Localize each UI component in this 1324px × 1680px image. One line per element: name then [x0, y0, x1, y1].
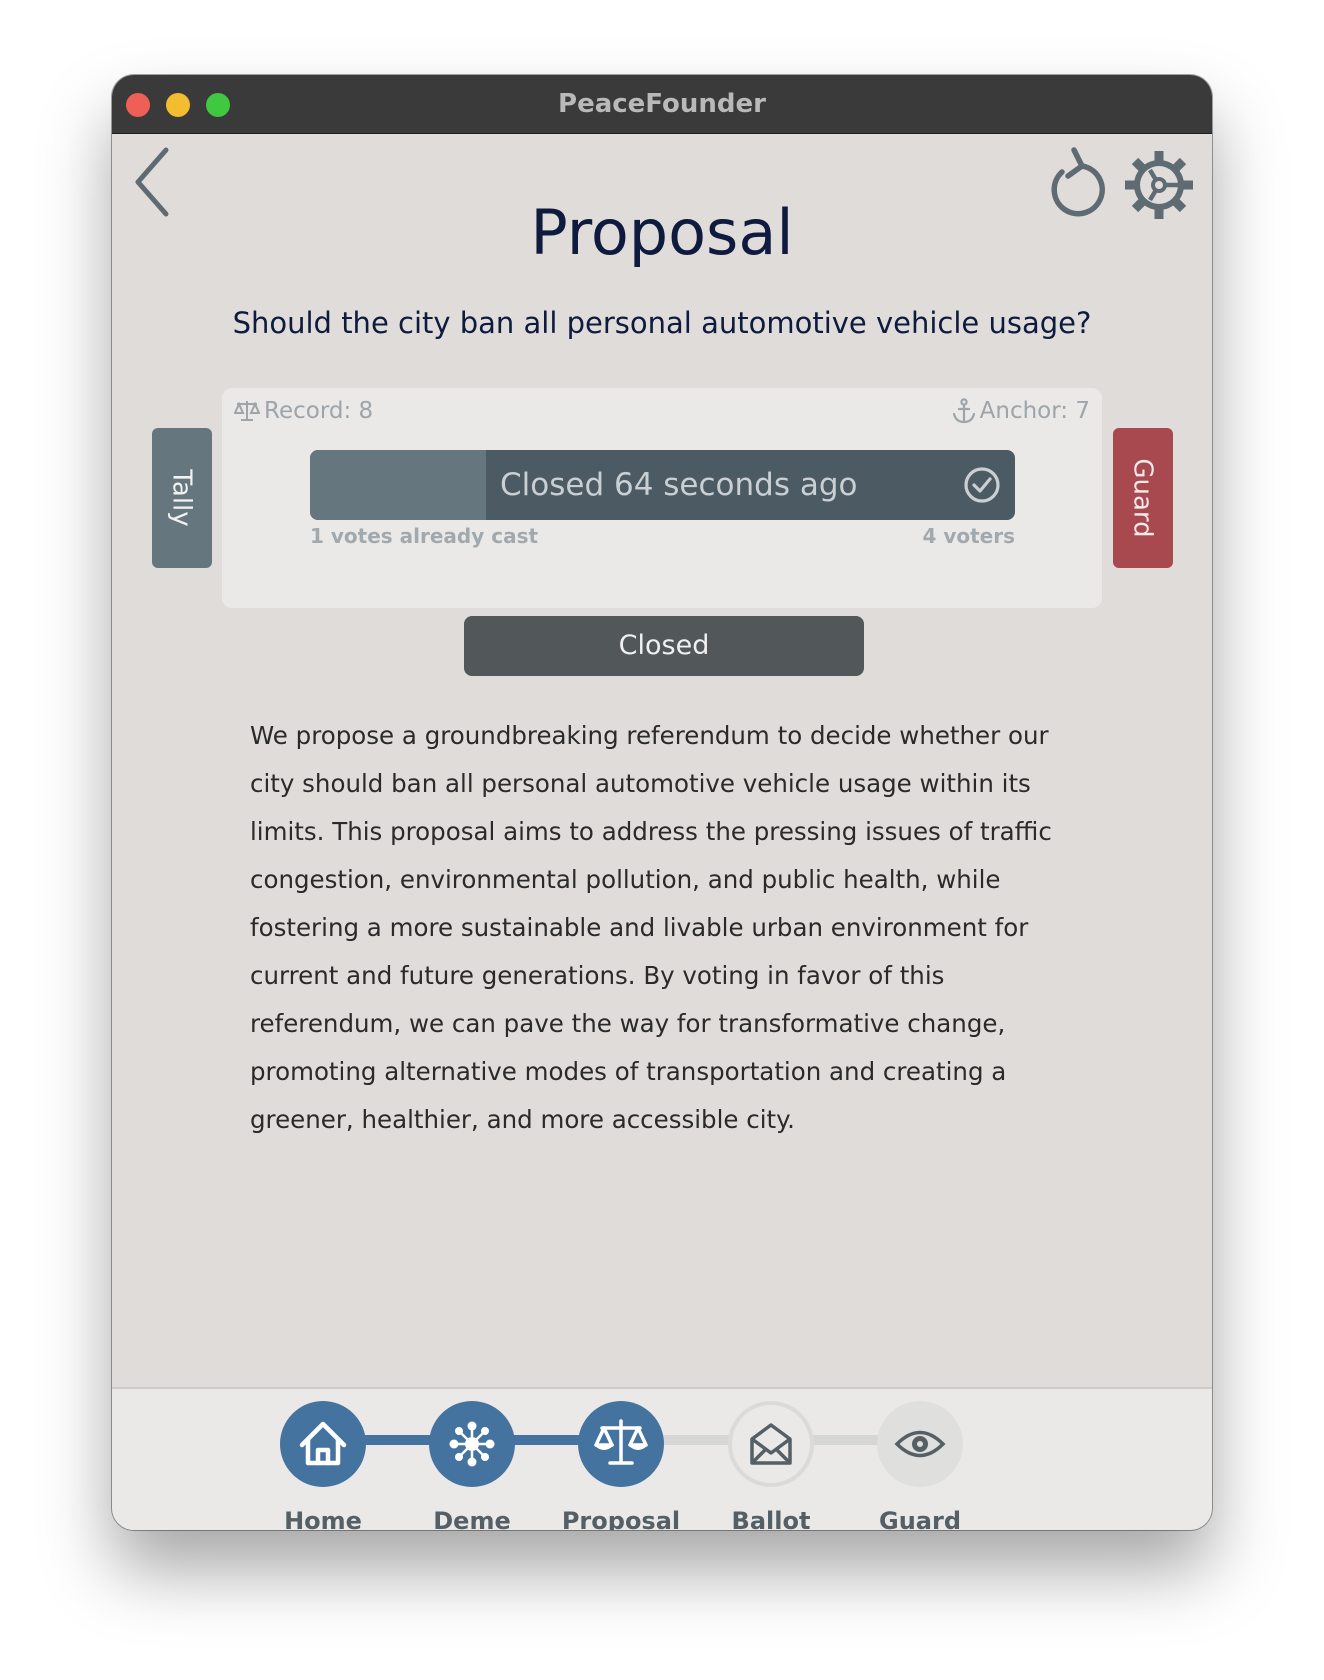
step-ballot[interactable]: Ballot [728, 1401, 814, 1530]
tally-tab[interactable]: Tally [152, 428, 212, 568]
progress-footer: Home Deme Proposal Ballot Guard [112, 1387, 1212, 1530]
check-circle-icon [964, 467, 1000, 503]
home-icon [299, 1421, 347, 1466]
page-title: Proposal [530, 196, 794, 269]
envelope-icon [750, 1423, 792, 1465]
proposal-description: We propose a groundbreaking referendum t… [250, 721, 1052, 1134]
step-connector [509, 1435, 589, 1445]
step-home[interactable]: Home [280, 1401, 366, 1530]
vote-status-text: Closed 64 seconds ago [500, 467, 858, 503]
tally-tab-label: Tally [166, 469, 197, 527]
record-info: Record: 8 [234, 398, 373, 424]
step-home-label: Home [284, 1507, 362, 1530]
step-proposal-label: Proposal [561, 1507, 681, 1530]
closed-status-button[interactable]: Closed [464, 616, 864, 676]
proposal-question: Should the city ban all personal automot… [232, 306, 1092, 340]
workflow-stepper: Home Deme Proposal Ballot Guard [112, 1389, 1212, 1530]
guard-tab-label: Guard [1128, 458, 1159, 538]
window-title: PeaceFounder [558, 89, 766, 119]
step-proposal[interactable]: Proposal [562, 1401, 680, 1530]
step-connector [360, 1435, 440, 1445]
network-icon [449, 1421, 495, 1467]
anchor-info: Anchor: 7 [952, 398, 1090, 424]
scales-icon [234, 401, 260, 421]
step-ballot-label: Ballot [731, 1507, 811, 1530]
proposal-status-card: Record: 8 Anchor: 7 Closed 64 seconds ag… [222, 388, 1102, 608]
title-bar: PeaceFounder [112, 75, 1212, 134]
scales-icon [594, 1419, 648, 1465]
record-label: Record: 8 [264, 398, 374, 424]
step-connector [659, 1435, 739, 1445]
guard-tab[interactable]: Guard [1113, 428, 1173, 568]
step-guard-label: Guard [879, 1507, 961, 1530]
anchor-label: Anchor: 7 [979, 398, 1090, 424]
voters-count: 4 voters [922, 524, 1015, 548]
votes-cast-count: 1 votes already cast [310, 524, 539, 548]
vote-progress-fill [310, 450, 487, 520]
step-deme[interactable]: Deme [429, 1401, 515, 1530]
eye-icon [894, 1430, 946, 1458]
vote-progress-bar: Closed 64 seconds ago [310, 450, 1015, 520]
anchor-icon [952, 398, 975, 424]
main-content: Proposal Should the city ban all persona… [112, 134, 1212, 1530]
step-connector [808, 1435, 888, 1445]
step-guard[interactable]: Guard [877, 1401, 963, 1530]
app-window: PeaceFounder Proposal Should the city ba… [112, 75, 1212, 1530]
step-deme-label: Deme [433, 1507, 511, 1530]
